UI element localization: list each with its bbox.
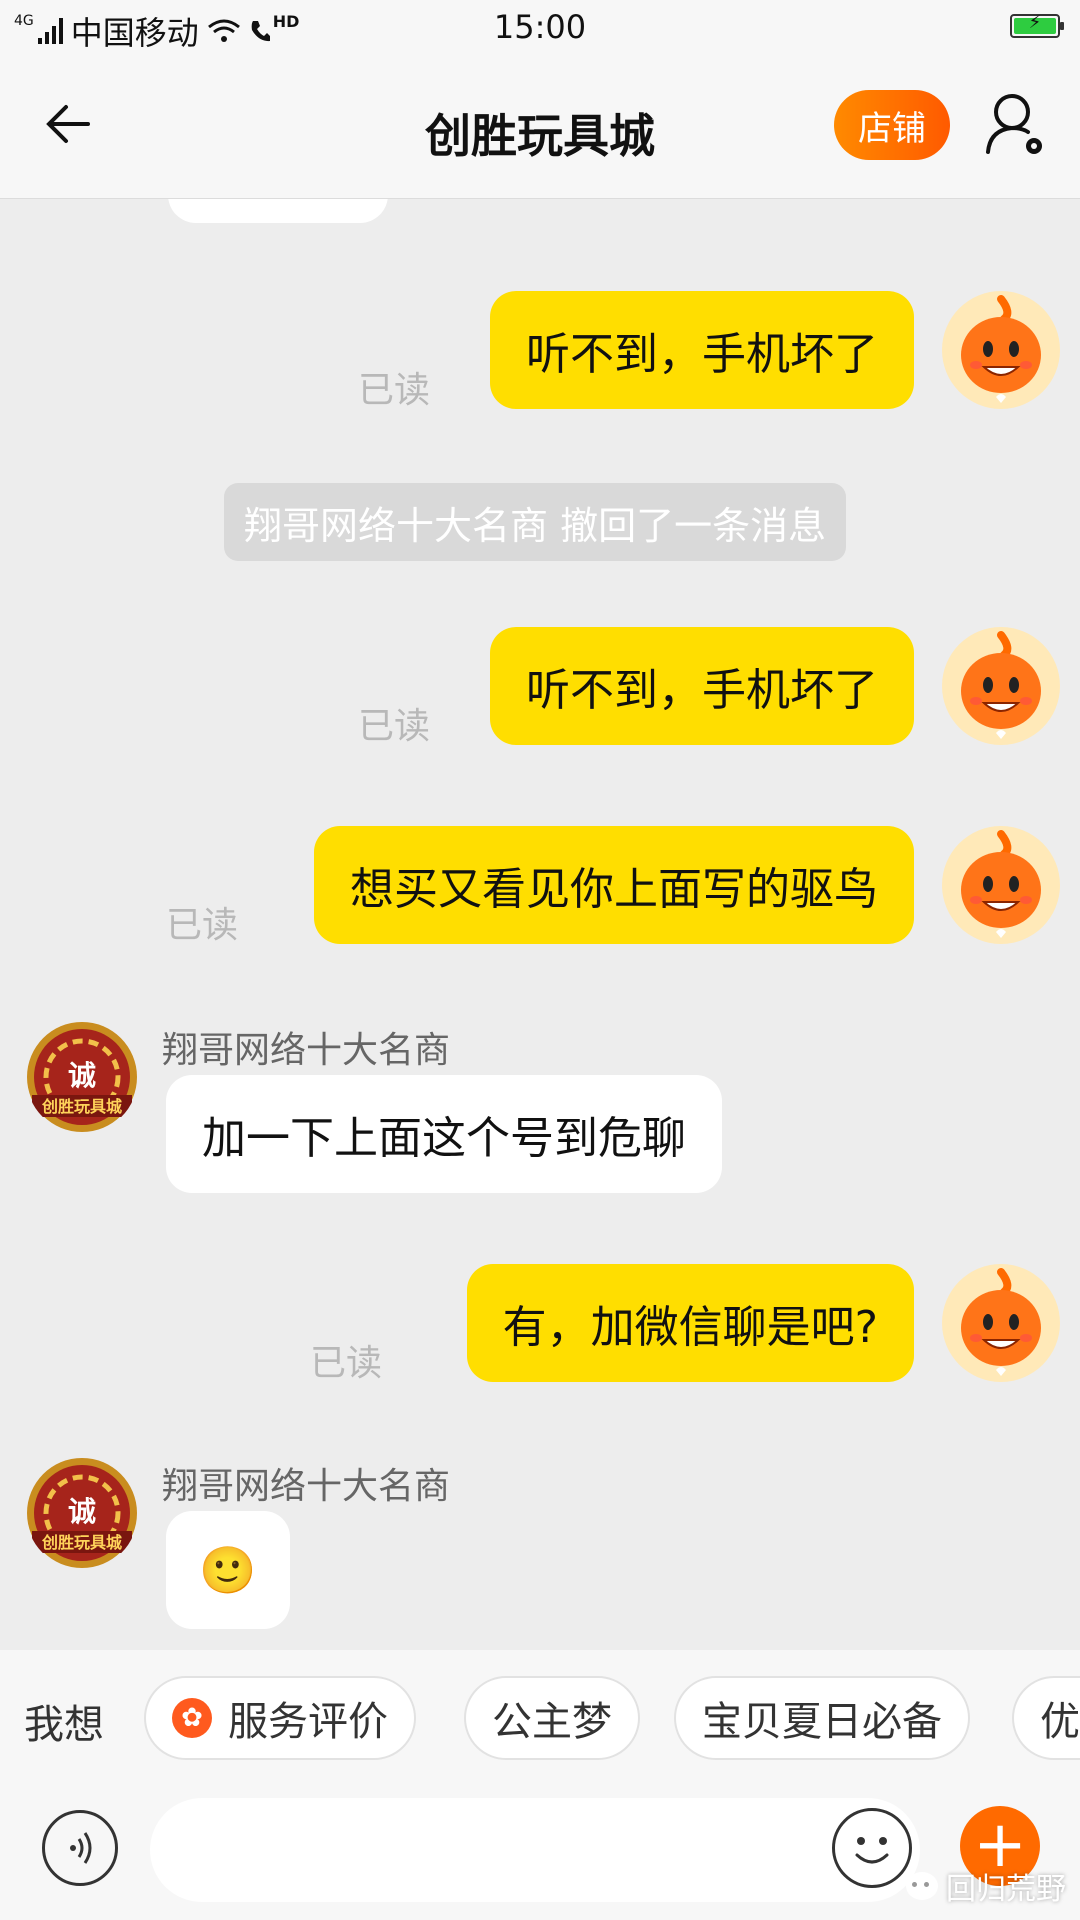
watermark: 回归荒野 — [906, 1864, 1066, 1908]
smiley-icon — [855, 1837, 889, 1864]
smile-emoji: 🙂 — [199, 1542, 257, 1597]
message-bubble-partial — [168, 199, 388, 223]
message-input[interactable] — [150, 1798, 920, 1902]
read-status: 已读 — [166, 905, 239, 946]
mascot-icon — [961, 1268, 1041, 1376]
user-settings-icon[interactable] — [984, 90, 1048, 160]
read-status: 已读 — [358, 706, 431, 747]
flower-icon — [172, 1698, 212, 1738]
svg-text:创胜玩具城: 创胜玩具城 — [41, 1097, 122, 1116]
voice-input-button[interactable] — [42, 1810, 118, 1886]
nav-bar: 创胜玩具城 店铺 — [0, 56, 1080, 199]
my-avatar[interactable] — [942, 291, 1060, 409]
read-status: 已读 — [310, 1343, 383, 1384]
shop-logo-icon: 诚创胜玩具城 — [27, 1458, 137, 1568]
sender-name: 翔哥网络十大名商 — [162, 1030, 451, 1071]
message-bubble-received[interactable]: 🙂 — [166, 1511, 290, 1629]
message-bubble-sent[interactable]: 听不到，手机坏了 — [490, 291, 914, 409]
status-time: 15:00 — [493, 8, 587, 46]
svg-text:诚: 诚 — [68, 1495, 96, 1528]
chat-area[interactable]: 已读 听不到，手机坏了 翔哥网络十大名商 撤回了一条消息 已读 听不到，手机坏了… — [0, 199, 1080, 1650]
message-bubble-sent[interactable]: 有，加微信聊是吧? — [466, 1264, 914, 1382]
voice-icon — [70, 1832, 92, 1864]
recall-notice: 翔哥网络十大名商 撤回了一条消息 — [224, 483, 847, 561]
shop-avatar[interactable]: 诚创胜玩具城 — [26, 1021, 138, 1133]
sender-name: 翔哥网络十大名商 — [162, 1466, 451, 1507]
chip-princess-dream[interactable]: 公主梦 — [464, 1676, 640, 1760]
status-bar: 4G 中国移动 HD 15:00 ⚡ — [0, 0, 1080, 56]
mascot-icon — [961, 631, 1041, 739]
wechat-icon — [906, 1872, 938, 1900]
message-bubble-received[interactable]: 加一下上面这个号到危聊 — [166, 1075, 722, 1193]
shop-avatar[interactable]: 诚创胜玩具城 — [26, 1457, 138, 1569]
my-avatar[interactable] — [942, 826, 1060, 944]
message-bubble-sent[interactable]: 想买又看见你上面写的驱鸟 — [314, 826, 914, 944]
read-status: 已读 — [358, 370, 431, 411]
watermark-text: 回归荒野 — [946, 1872, 1066, 1907]
emoji-button[interactable] — [832, 1808, 912, 1888]
message-bubble-sent[interactable]: 听不到，手机坏了 — [490, 627, 914, 745]
chip-label: 优 — [1040, 1699, 1080, 1745]
chip-label: 宝贝夏日必备 — [702, 1699, 942, 1745]
chip-label: 公主梦 — [492, 1699, 612, 1745]
chip-partial[interactable]: 优 — [1012, 1676, 1080, 1760]
svg-text:诚: 诚 — [68, 1059, 96, 1092]
my-avatar[interactable] — [942, 627, 1060, 745]
svg-text:创胜玩具城: 创胜玩具城 — [41, 1533, 122, 1552]
shop-button[interactable]: 店铺 — [834, 90, 950, 160]
chip-summer-essentials[interactable]: 宝贝夏日必备 — [674, 1676, 970, 1760]
battery-icon: ⚡ — [1010, 12, 1064, 38]
suggestion-label: 我想 — [24, 1702, 104, 1748]
shop-logo-icon: 诚创胜玩具城 — [27, 1022, 137, 1132]
mascot-icon — [961, 830, 1041, 938]
chip-service-review[interactable]: 服务评价 — [144, 1676, 416, 1760]
my-avatar[interactable] — [942, 1264, 1060, 1382]
mascot-icon — [961, 295, 1041, 403]
suggestion-bar: 我想 服务评价 公主梦 宝贝夏日必备 优 — [0, 1650, 1080, 1780]
chip-label: 服务评价 — [228, 1699, 388, 1745]
